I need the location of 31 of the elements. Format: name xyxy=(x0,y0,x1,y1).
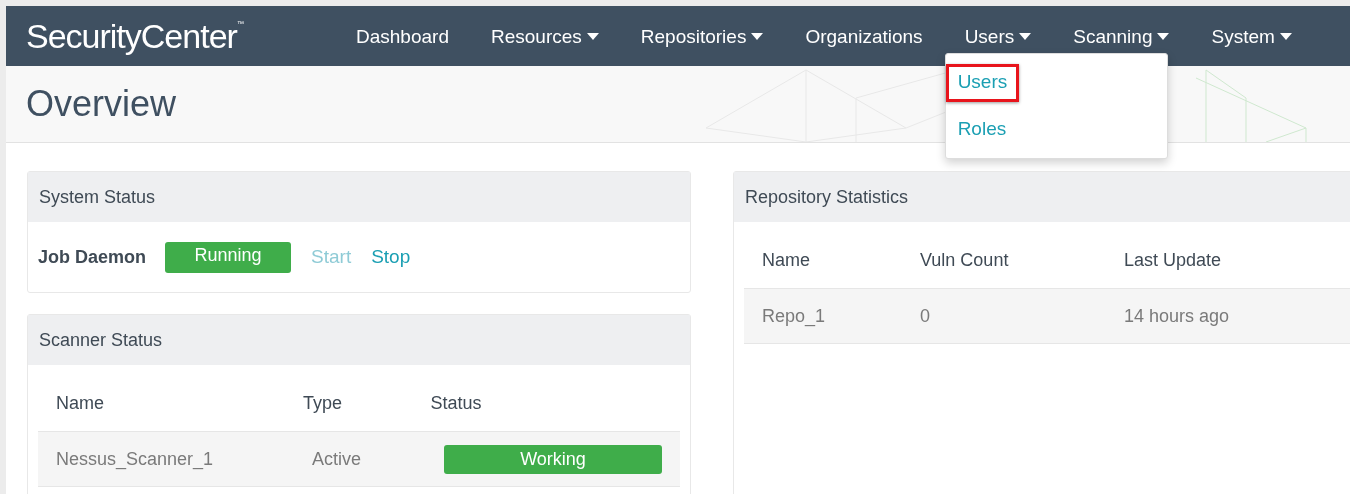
nav-item[interactable]: Repositories xyxy=(640,26,764,46)
nav-item[interactable]: System xyxy=(1211,26,1292,46)
daemon-label: Job Daemon xyxy=(38,245,147,269)
column-header: Name xyxy=(762,248,811,272)
column-header: Vuln Count xyxy=(920,248,1010,272)
panel-title: Repository Statistics xyxy=(745,185,909,209)
caret-icon xyxy=(1019,32,1032,40)
panel-title: Scanner Status xyxy=(39,328,163,352)
table-cell-text: 14 hours ago xyxy=(1124,304,1231,328)
status-badge: Running xyxy=(165,241,292,273)
table-cell-text: Nessus_Scanner_1 xyxy=(56,447,215,472)
table-cell-text: Active xyxy=(312,447,363,471)
caret-icon xyxy=(1279,32,1292,40)
nav-item[interactable]: Scanning xyxy=(1073,26,1170,46)
column-header: Name xyxy=(56,391,105,415)
table-cell-text: Repo_1 xyxy=(762,304,827,329)
page-title: Overview xyxy=(26,82,177,126)
nav-item[interactable]: Dashboard xyxy=(356,26,449,46)
column-header: Status xyxy=(430,391,483,415)
caret-icon xyxy=(1157,32,1170,40)
column-header: Last Update xyxy=(1124,248,1223,272)
caret-icon xyxy=(751,32,764,40)
nav-item[interactable]: Users xyxy=(964,26,1032,46)
nav-item[interactable]: Resources xyxy=(490,26,599,46)
panel-title: System Status xyxy=(39,185,156,209)
column-header: Type xyxy=(303,391,344,415)
table-cell-text: 0 xyxy=(920,304,931,328)
nav-item[interactable]: Organizations xyxy=(805,26,923,46)
logo[interactable]: SecurityCenter xyxy=(26,19,237,53)
status-badge: Working xyxy=(444,444,662,474)
caret-icon xyxy=(586,32,599,40)
